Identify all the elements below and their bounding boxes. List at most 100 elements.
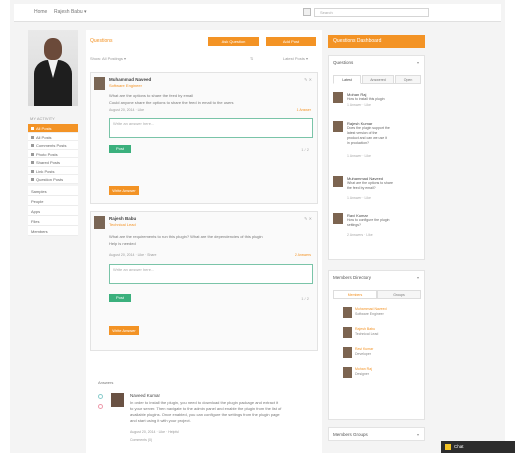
tab-groups[interactable]: Groups (377, 290, 421, 299)
member-item[interactable]: Ravi Kumar Developer (343, 347, 413, 361)
list-item[interactable]: Mohan Raj How to install this plugin 1 A… (333, 92, 421, 118)
nav-item-comments[interactable]: Comments Posts (28, 141, 78, 150)
nav-item-posts[interactable]: All Posts (28, 132, 78, 141)
chevron-down-icon[interactable]: ▾ (417, 60, 419, 65)
answers-link[interactable]: 1 Answer (297, 108, 311, 112)
avatar (343, 367, 352, 378)
nav-item-samples[interactable]: Samples (28, 185, 78, 196)
write-answer-button[interactable]: Write Answer (109, 186, 139, 195)
list-item[interactable]: Ravi Kumar How to configure the plugin s… (333, 213, 421, 247)
avatar (333, 213, 343, 224)
user-menu[interactable]: Rajesh Babu ▾ (54, 9, 87, 15)
panel-title: Members Directory (333, 275, 372, 280)
answer-count: 1 / 2 (301, 147, 309, 152)
nav-item-people[interactable]: People (28, 195, 78, 206)
post-answer-button[interactable]: Post (109, 145, 131, 153)
sort-icon[interactable]: ⇅ (250, 56, 253, 61)
right-sidebar: Questions Dashboard Questions ▾ Latest A… (328, 35, 425, 453)
post-text: What are the requirements to run this pl… (109, 234, 263, 239)
chat-label: Chat (454, 444, 464, 449)
nav-item-apps[interactable]: Apps (28, 205, 78, 216)
avatar[interactable] (94, 77, 105, 90)
share-icon (31, 161, 34, 165)
answer-count: 1 / 2 (301, 296, 309, 301)
feed-filter[interactable]: Show: All Postings ▾ (90, 56, 126, 61)
post-icon (31, 127, 34, 131)
calendar-icon[interactable] (303, 8, 311, 16)
post-subtitle: Software Engineer (109, 83, 142, 88)
nav-item-photos[interactable]: Photo Posts (28, 149, 78, 158)
write-answer-button[interactable]: Write Answer (109, 326, 139, 335)
feed: Questions Ask Question Add Post Show: Al… (86, 30, 322, 453)
post-answer-button[interactable]: Post (109, 294, 131, 302)
post-meta: August 20, 2014 · Like · Share (109, 253, 157, 257)
feed-title: Questions (90, 38, 113, 44)
tab-members[interactable]: Members (333, 290, 377, 299)
answers-link[interactable]: 2 Answers (295, 253, 311, 257)
chat-bar[interactable]: Chat (441, 441, 515, 453)
nav-item-shared[interactable]: Shared Posts (28, 158, 78, 167)
avatar (333, 176, 343, 187)
answer-text: In order to install the plugin, you need… (130, 400, 279, 405)
activity-nav: All Posts All Posts Comments Posts Photo… (28, 124, 78, 184)
comment-icon (31, 144, 34, 148)
profile-photo[interactable] (28, 30, 78, 106)
answer-input[interactable]: Write an answer here... (109, 264, 313, 284)
answer-input[interactable]: Write an answer here... (109, 118, 313, 138)
list-item[interactable]: Muhammad Naveed What are the options to … (333, 176, 421, 210)
post-subtitle: Technical Lead (109, 222, 136, 227)
avatar (343, 307, 352, 318)
questions-tabs: Latest Answered Open (333, 75, 421, 84)
top-bar: Home Rajesh Babu ▾ Search (14, 4, 501, 22)
sort-select[interactable]: Latest Posts ▾ (283, 56, 308, 61)
member-item[interactable]: Rajesh Babu Technical Lead (343, 327, 413, 341)
tab-latest[interactable]: Latest (333, 75, 361, 84)
avatar (343, 327, 352, 338)
answer-author[interactable]: Naveed Kumar (130, 393, 160, 398)
add-post-button[interactable]: Add Post (266, 37, 316, 46)
tab-answered[interactable]: Answered (362, 75, 394, 84)
tab-open[interactable]: Open (395, 75, 421, 84)
home-link[interactable]: Home (34, 9, 47, 15)
chevron-down-icon[interactable]: ▾ (417, 275, 419, 280)
upvote-icon[interactable] (98, 394, 103, 399)
post-actions-icon[interactable]: ✎ ✕ (304, 77, 312, 82)
chevron-down-icon[interactable]: ▾ (417, 432, 419, 437)
questions-panel: Questions ▾ Latest Answered Open Mohan R… (328, 55, 425, 260)
search-input[interactable]: Search (314, 8, 429, 17)
nav-item-all-posts[interactable]: All Posts (28, 124, 78, 133)
post-author[interactable]: Muhammad Naveed (109, 77, 151, 82)
avatar (343, 347, 352, 358)
list-item[interactable]: Rajesh Kumar Does the plugin support the… (333, 121, 421, 169)
groups-panel: Members Groups ▾ (328, 427, 425, 441)
members-panel: Members Directory ▾ Members Groups Muham… (328, 270, 425, 420)
post-text: Help is needed (109, 241, 136, 246)
dashboard-header: Questions Dashboard (328, 35, 425, 48)
avatar[interactable] (94, 216, 105, 229)
question-icon (31, 178, 34, 182)
downvote-icon[interactable] (98, 404, 103, 409)
nav-item-questions[interactable]: Question Posts (28, 175, 78, 184)
nav-item-members[interactable]: Members (28, 225, 78, 236)
avatar[interactable] (111, 393, 124, 407)
member-item[interactable]: Mohan Raj Designer (343, 367, 413, 381)
answer-meta: August 20, 2014 · Like · Helpful (130, 430, 180, 434)
member-item[interactable]: Muhammad Naveed Software Engineer (343, 307, 413, 321)
members-tabs: Members Groups (333, 290, 421, 299)
avatar (333, 92, 343, 103)
comments-link[interactable]: Comments (0) (130, 438, 152, 442)
section-label: MY ACTIVITY (30, 116, 55, 121)
answers-label: Answers (98, 380, 114, 385)
photo-icon (31, 152, 34, 156)
feed-post: Muhammad Naveed Software Engineer ✎ ✕ Wh… (90, 72, 318, 204)
left-sidebar: MY ACTIVITY All Posts All Posts Comments… (28, 30, 78, 236)
post-text: Could anyone share the options to share … (109, 100, 234, 105)
secondary-nav: Samples People Apps Files Members (28, 185, 78, 236)
nav-item-links[interactable]: Link Posts (28, 166, 78, 175)
panel-title: Questions (333, 60, 354, 65)
ask-question-button[interactable]: Ask Question (208, 37, 259, 46)
post-actions-icon[interactable]: ✎ ✕ (304, 216, 312, 221)
chat-icon (445, 444, 451, 450)
nav-item-files[interactable]: Files (28, 215, 78, 226)
post-author[interactable]: Rajesh Babu (109, 216, 136, 221)
